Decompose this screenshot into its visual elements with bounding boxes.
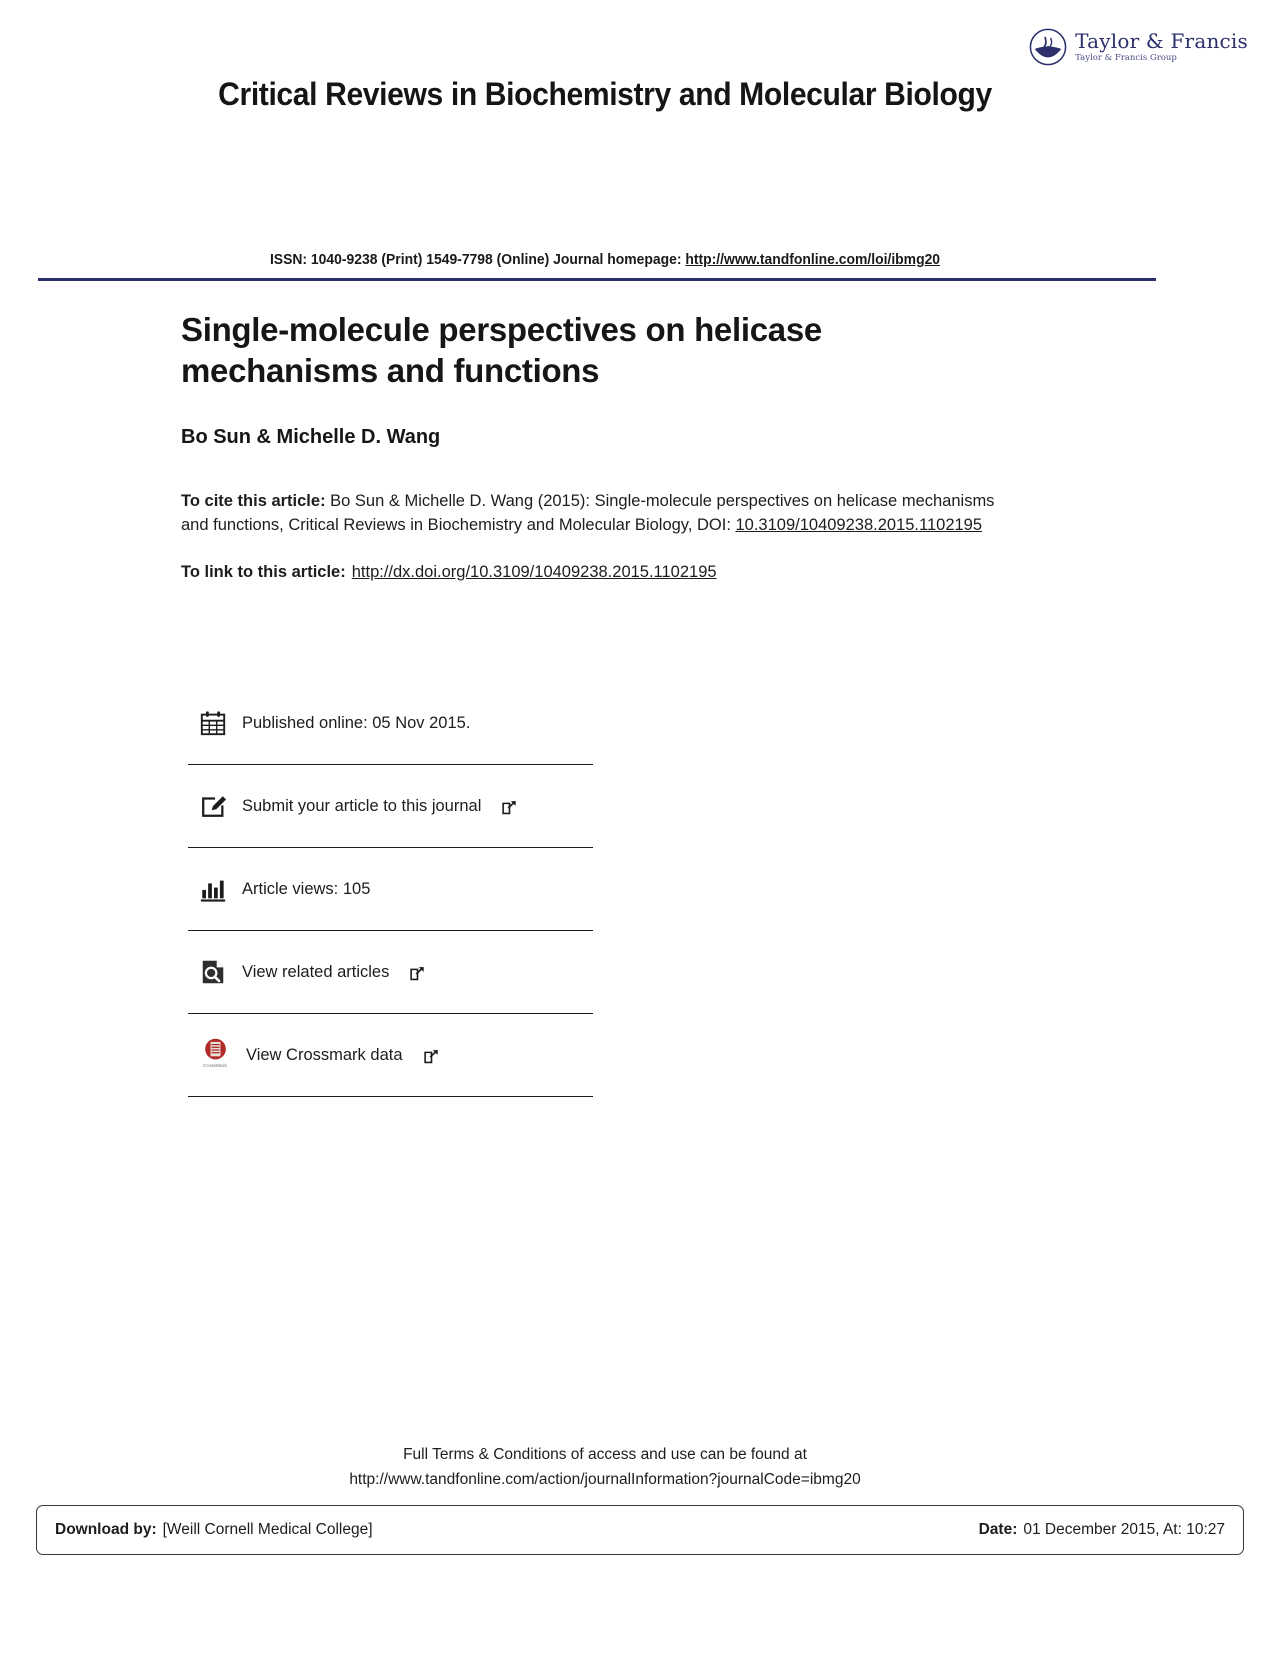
action-label: Submit your article to this journal — [242, 796, 482, 815]
calendar-icon — [198, 708, 228, 738]
publisher-logo: Taylor & Francis Taylor & Francis Group — [1029, 28, 1248, 66]
external-link-icon — [410, 966, 425, 980]
masthead-divider — [38, 278, 1156, 281]
action-submit-article[interactable]: Submit your article to this journal — [188, 765, 593, 848]
publisher-group: Taylor & Francis Group — [1075, 53, 1177, 64]
doi-link[interactable]: 10.3109/10409238.2015.1102195 — [736, 516, 983, 534]
document-page: Taylor & Francis Taylor & Francis Group … — [0, 0, 1280, 1679]
action-published-online: Published online: 05 Nov 2015. — [188, 682, 593, 765]
action-view-crossmark-data[interactable]: CrossMark View Crossmark data — [188, 1014, 593, 1097]
journal-title: Critical Reviews in Biochemistry and Mol… — [218, 76, 992, 112]
crossmark-wordmark: CrossMark — [202, 1063, 227, 1068]
action-label: View related articles — [242, 962, 390, 981]
download-info-bar: Download by: [Weill Cornell Medical Coll… — [36, 1505, 1244, 1555]
download-by-group: Download by: [Weill Cornell Medical Coll… — [55, 1521, 373, 1539]
journal-homepage-link[interactable]: http://www.tandfonline.com/loi/ibmg20 — [685, 252, 940, 268]
citation-block: To cite this article: Bo Sun & Michelle … — [181, 489, 1019, 538]
link-label: To link to this article: — [181, 562, 346, 581]
issn-text: ISSN: 1040-9238 (Print) 1549-7798 (Onlin… — [269, 252, 686, 268]
article-doi-url-link[interactable]: http://dx.doi.org/10.3109/10409238.2015.… — [352, 563, 717, 581]
related-articles-search-icon — [198, 957, 228, 987]
taylor-francis-globe-icon — [1029, 28, 1067, 66]
date-label: Date: — [978, 1521, 1018, 1538]
action-label: Published online: 05 Nov 2015. — [242, 713, 471, 732]
article-authors: Bo Sun & Michelle D. Wang — [181, 425, 441, 448]
article-title: Single-molecule perspectives on helicase… — [181, 311, 822, 389]
action-label: View Crossmark data — [246, 1045, 403, 1064]
issn-line: ISSN: 1040-9238 (Print) 1549-7798 (Onlin… — [24, 252, 1186, 268]
article-actions-list: Published online: 05 Nov 2015. Submit yo… — [188, 682, 593, 1097]
external-link-icon — [502, 800, 517, 814]
submit-article-pencil-icon — [198, 791, 228, 821]
link-block: To link to this article: http://dx.doi.or… — [181, 560, 1041, 584]
external-link-icon — [423, 1049, 438, 1063]
download-by-label: Download by: — [55, 1521, 157, 1538]
action-label: Article views: 105 — [242, 879, 371, 898]
terms-line-2: http://www.tandfonline.com/action/journa… — [349, 1470, 861, 1488]
footer-terms: Full Terms & Conditions of access and us… — [0, 1443, 1210, 1493]
terms-line-1: Full Terms & Conditions of access and us… — [403, 1446, 807, 1463]
article-block: Single-molecule perspectives on helicase… — [181, 310, 1041, 584]
action-view-related-articles[interactable]: View related articles — [188, 931, 593, 1014]
publisher-name: Taylor & Francis — [1075, 29, 1248, 54]
action-article-views: Article views: 105 — [188, 848, 593, 931]
crossmark-icon: CrossMark — [198, 1038, 232, 1072]
download-by-value: [Weill Cornell Medical College] — [162, 1521, 373, 1538]
publisher-wordmark: Taylor & Francis Taylor & Francis Group — [1075, 31, 1248, 63]
cite-label: To cite this article: — [181, 491, 326, 510]
date-value: 01 December 2015, At: 10:27 — [1023, 1521, 1225, 1538]
access-date-group: Date: 01 December 2015, At: 10:27 — [979, 1521, 1225, 1539]
bar-chart-icon — [198, 874, 228, 904]
